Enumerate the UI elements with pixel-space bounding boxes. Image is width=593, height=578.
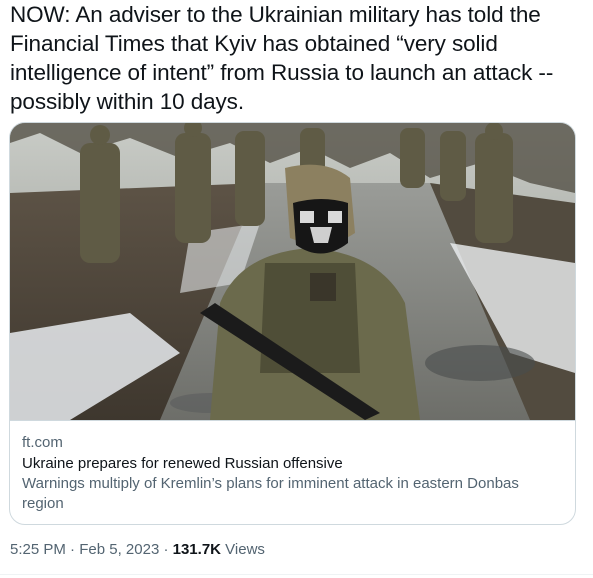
soldiers-photo xyxy=(10,123,575,420)
meta-separator: · xyxy=(159,541,173,558)
views-label: Views xyxy=(221,541,265,558)
meta-separator: · xyxy=(65,541,80,558)
card-image[interactable] xyxy=(10,123,575,420)
link-card[interactable]: ft.com Ukraine prepares for renewed Russ… xyxy=(9,122,576,525)
tweet-text: NOW: An adviser to the Ukrainian militar… xyxy=(10,2,560,114)
tweet-date: Feb 5, 2023 xyxy=(79,541,160,558)
card-title[interactable]: Ukraine prepares for renewed Russian off… xyxy=(22,454,563,474)
views-count[interactable]: 131.7K xyxy=(173,541,221,558)
tweet-meta: 5:25 PM · Feb 5, 2023 · 131.7K Views xyxy=(10,540,265,560)
tweet-time: 5:25 PM xyxy=(10,541,66,558)
divider xyxy=(0,574,593,575)
card-domain: ft.com xyxy=(22,434,63,451)
card-meta[interactable]: ft.com Ukraine prepares for renewed Russ… xyxy=(10,420,575,524)
tweet-time-link[interactable]: 5:25 PM · Feb 5, 2023 xyxy=(10,541,159,558)
card-description: Warnings multiply of Kremlin’s plans for… xyxy=(22,475,519,512)
